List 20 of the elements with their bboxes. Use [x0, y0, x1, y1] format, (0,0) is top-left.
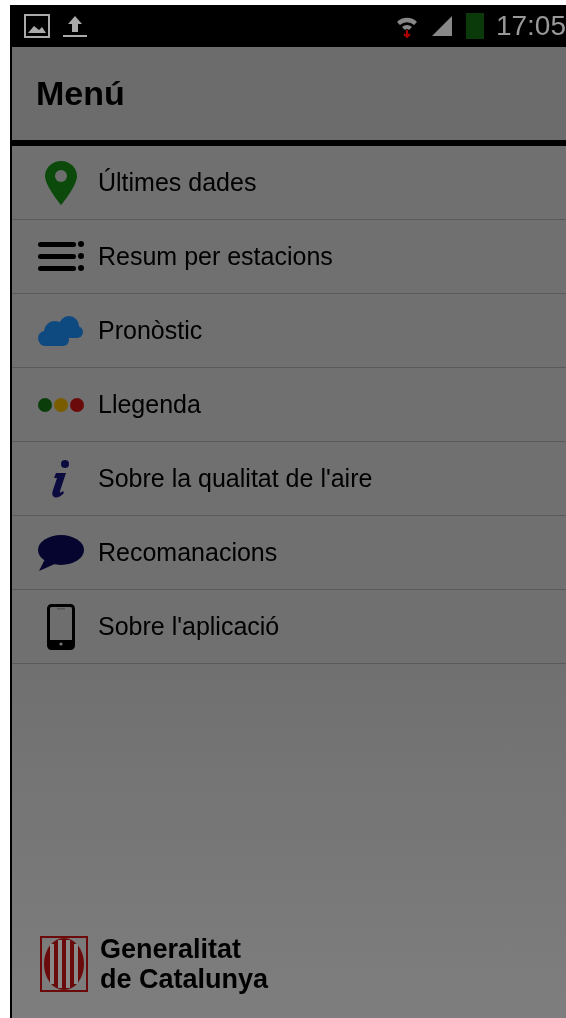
- phone-icon: [47, 603, 75, 650]
- speech-bubble-icon: [37, 532, 85, 573]
- location-pin-icon: [44, 159, 78, 206]
- menu-item[interactable]: Recomanacions: [12, 516, 566, 590]
- dots-icon: [37, 396, 85, 413]
- battery-icon: [465, 13, 484, 39]
- image-icon: [24, 14, 50, 38]
- menu-item[interactable]: Llegenda: [12, 368, 566, 442]
- menu-item[interactable]: Sobre la qualitat de l'aire: [12, 442, 566, 516]
- menu-item[interactable]: Pronòstic: [12, 294, 566, 368]
- info-icon: [50, 458, 72, 499]
- logo-text: de Catalunya: [100, 964, 269, 994]
- cloud-icon: [37, 313, 85, 348]
- clock: 17:05: [495, 12, 566, 40]
- menu-item[interactable]: Resum per estacions: [12, 220, 566, 294]
- upload-icon: [62, 14, 88, 38]
- emblem-icon: [40, 936, 88, 992]
- menu-item[interactable]: Últimes dades: [12, 146, 566, 220]
- screen-title: Menú: [36, 73, 125, 114]
- logo-text: Generalitat: [100, 934, 243, 964]
